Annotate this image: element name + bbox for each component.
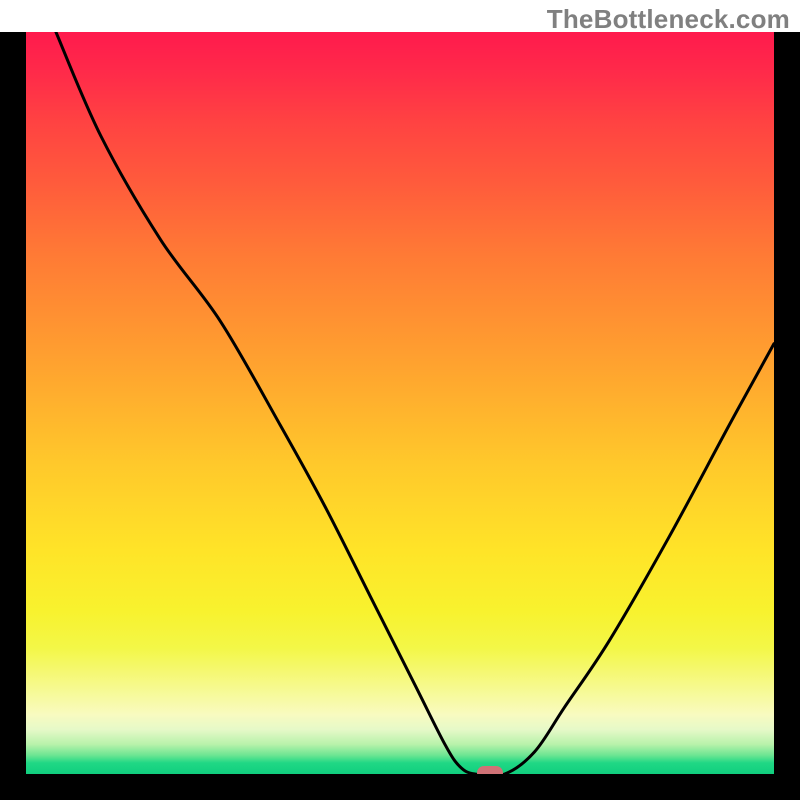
optimal-marker: [477, 766, 503, 774]
watermark-text: TheBottleneck.com: [547, 4, 790, 35]
plot-area: [26, 32, 774, 774]
chart-frame: TheBottleneck.com: [0, 0, 800, 800]
bottleneck-curve: [26, 32, 774, 774]
plot-border: [0, 32, 800, 800]
